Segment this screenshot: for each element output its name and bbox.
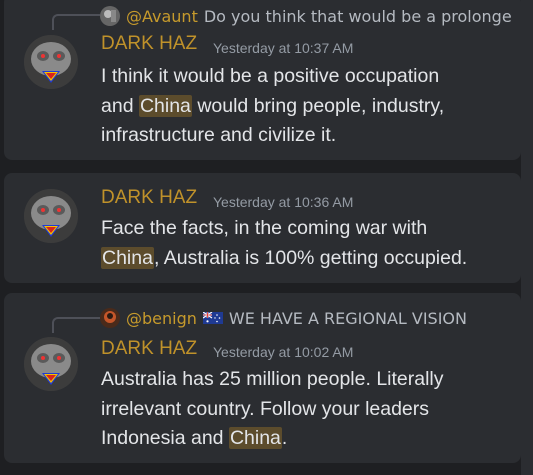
message-card-3: @benign WE HAVE A REGIONAL VISION DARK H… xyxy=(4,293,521,463)
reply-avatar[interactable] xyxy=(100,308,120,328)
message-line: I think it would be a positive occupatio… xyxy=(101,65,440,87)
message-line: Face the facts, in the coming war with xyxy=(101,217,428,239)
timestamp[interactable]: Yesterday at 10:37 AM xyxy=(213,40,353,56)
message-line: and China would bring people, industry, xyxy=(101,94,445,117)
username[interactable]: DARK HAZ xyxy=(101,187,197,209)
reply-text[interactable]: WE HAVE A REGIONAL VISION xyxy=(229,309,467,328)
message-line: Australia has 25 million people. Literal… xyxy=(101,368,444,390)
avatar[interactable] xyxy=(24,35,78,89)
message-line: Indonesia and China. xyxy=(101,427,288,449)
message-body: Face the facts, in the coming war with C… xyxy=(101,214,511,273)
reply-preview[interactable]: @benign WE HAVE A REGIONAL VISION xyxy=(100,307,467,329)
message-card-1: @Avaunt Do you think that would be a pro… xyxy=(4,0,521,160)
highlighted-term: China xyxy=(228,427,282,449)
reply-text[interactable]: Do you think that would be a prolonge xyxy=(204,7,512,26)
avatar[interactable] xyxy=(24,337,78,391)
message-body: Australia has 25 million people. Literal… xyxy=(101,365,511,454)
reply-connector xyxy=(52,317,100,333)
username[interactable]: DARK HAZ xyxy=(101,33,197,55)
message-card-2: DARK HAZ Yesterday at 10:36 AM Face the … xyxy=(4,173,521,283)
message-line: infrastructure and civilize it. xyxy=(101,124,337,146)
highlighted-term: China xyxy=(101,246,154,269)
highlighted-term: China xyxy=(138,94,192,117)
reply-avatar[interactable] xyxy=(100,6,120,26)
australia-flag-icon xyxy=(202,312,223,324)
message-body: I think it would be a positive occupatio… xyxy=(101,62,511,151)
avatar[interactable] xyxy=(24,189,78,243)
scrollbar-track[interactable] xyxy=(521,0,533,475)
timestamp[interactable]: Yesterday at 10:02 AM xyxy=(213,344,353,360)
username[interactable]: DARK HAZ xyxy=(101,338,197,360)
reply-username[interactable]: @benign xyxy=(126,309,197,328)
reply-preview[interactable]: @Avaunt Do you think that would be a pro… xyxy=(100,5,512,27)
reply-username[interactable]: @Avaunt xyxy=(126,7,198,26)
timestamp[interactable]: Yesterday at 10:36 AM xyxy=(213,194,353,210)
reply-connector xyxy=(52,14,100,30)
message-line: China, Australia is 100% getting occupie… xyxy=(101,246,468,269)
message-line: irrelevant country. Follow your leaders xyxy=(101,397,430,420)
